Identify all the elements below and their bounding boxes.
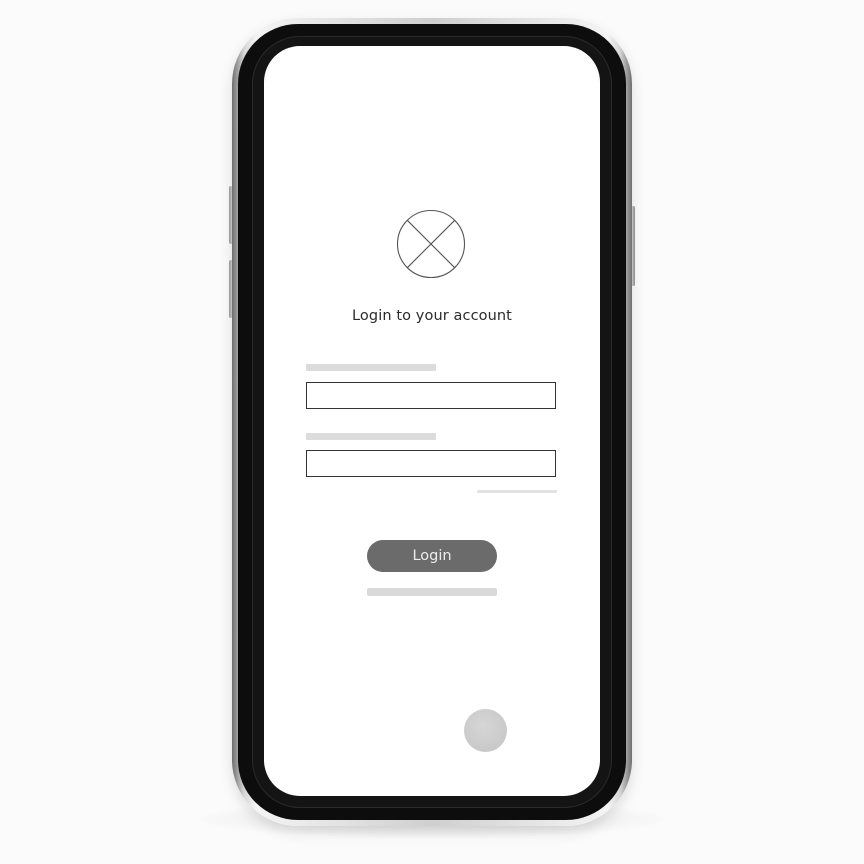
password-label-placeholder: [306, 433, 436, 440]
page-title: Login to your account: [352, 308, 512, 324]
login-button[interactable]: Login: [367, 540, 497, 572]
image-placeholder-icon: [390, 209, 472, 279]
circle-button-icon[interactable]: [464, 709, 507, 752]
phone-screen: Login to your account Login: [264, 46, 600, 796]
username-field[interactable]: [306, 382, 556, 409]
mockup-stage: Login to your account Login: [0, 0, 864, 864]
username-label-placeholder: [306, 364, 436, 371]
secondary-link-placeholder[interactable]: [367, 588, 497, 596]
forgot-password-link-placeholder[interactable]: [477, 490, 557, 493]
password-field[interactable]: [306, 450, 556, 477]
